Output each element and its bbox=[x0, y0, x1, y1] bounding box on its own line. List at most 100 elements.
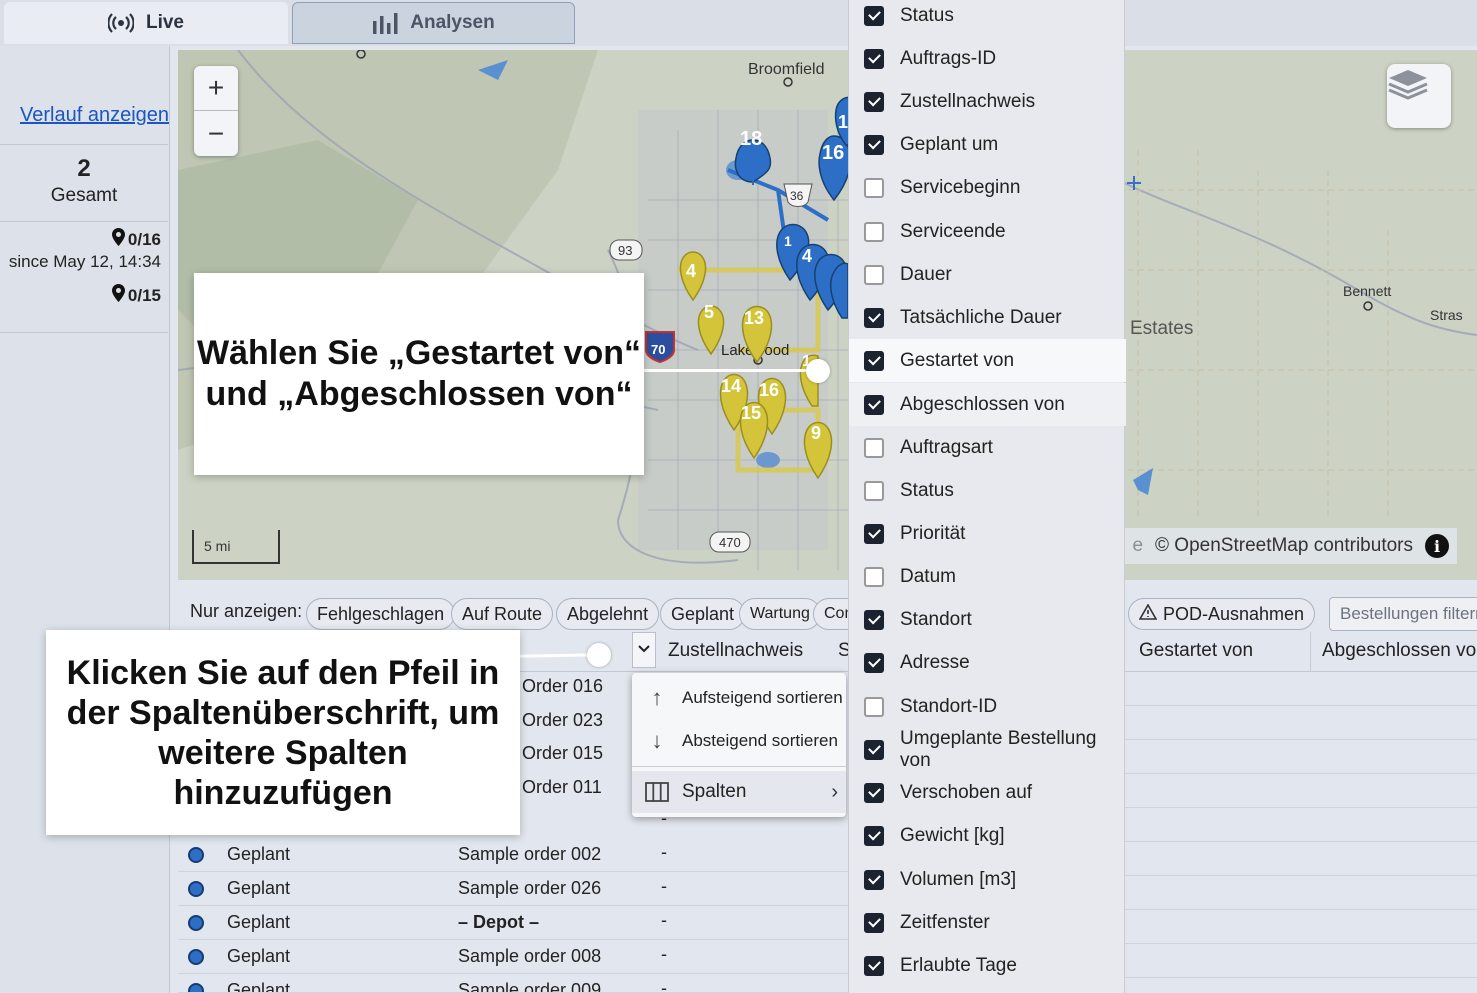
checkbox[interactable] bbox=[864, 394, 884, 415]
checkbox[interactable] bbox=[864, 221, 884, 242]
chip-failed[interactable]: Fehlgeschlagen bbox=[306, 598, 456, 630]
column-option[interactable]: Standort bbox=[849, 598, 1126, 641]
sort-ascending-item[interactable]: ↑ Aufsteigend sortieren bbox=[632, 677, 846, 719]
column-option[interactable]: Zustellnachweis bbox=[849, 80, 1126, 123]
svg-text:15: 15 bbox=[741, 403, 761, 423]
checkbox[interactable] bbox=[864, 480, 884, 501]
table-row[interactable]: Geplant Sample order 008 - bbox=[178, 940, 848, 974]
tab-live-label: Live bbox=[145, 12, 185, 33]
checkbox[interactable] bbox=[864, 91, 884, 112]
road-shield-93: 93 bbox=[609, 239, 643, 261]
table-row[interactable]: Geplant Sample order 026 - bbox=[178, 872, 848, 906]
column-option[interactable]: Datum bbox=[849, 555, 1126, 598]
callout-pointer-dot bbox=[587, 643, 611, 667]
checkbox[interactable] bbox=[864, 609, 884, 630]
column-option[interactable]: Verschoben auf bbox=[849, 771, 1126, 814]
attribution-text[interactable]: © OpenStreetMap contributors bbox=[1155, 535, 1413, 557]
chip-rejected[interactable]: Abgelehnt bbox=[556, 598, 660, 630]
svg-text:470: 470 bbox=[719, 535, 741, 550]
svg-text:18: 18 bbox=[740, 128, 762, 150]
checkbox[interactable] bbox=[864, 307, 884, 328]
map-pin-icon bbox=[111, 284, 125, 307]
divider bbox=[0, 332, 168, 333]
columns-item[interactable]: Spalten › bbox=[632, 771, 846, 813]
checkbox[interactable] bbox=[864, 739, 884, 760]
road-shield-470: 470 bbox=[709, 531, 751, 553]
column-option[interactable]: Umgeplante Bestellung von bbox=[849, 728, 1126, 771]
column-menu-arrow[interactable] bbox=[632, 632, 656, 668]
warning-icon bbox=[1138, 602, 1158, 625]
row-order: Order 015 bbox=[522, 743, 604, 763]
layers-button[interactable] bbox=[1387, 64, 1451, 128]
checkbox[interactable] bbox=[864, 566, 884, 587]
column-option[interactable]: Status bbox=[849, 469, 1126, 512]
checkbox[interactable] bbox=[864, 48, 884, 69]
tab-live[interactable]: Live bbox=[4, 2, 288, 44]
checkbox[interactable] bbox=[864, 869, 884, 890]
row-status: Geplant bbox=[227, 980, 291, 993]
order-filter-input[interactable]: Bestellungen filtern... bbox=[1329, 597, 1477, 631]
tab-analysen[interactable]: Analysen bbox=[292, 2, 575, 44]
svg-text:1: 1 bbox=[784, 233, 792, 249]
tab-analysen-label: Analysen bbox=[410, 12, 495, 33]
header-finished-by[interactable]: Abgeschlossen von bbox=[1322, 640, 1477, 662]
column-option[interactable]: Geplant um bbox=[849, 123, 1126, 166]
chip-completed[interactable]: Com bbox=[813, 598, 853, 630]
table-row[interactable]: Geplant Sample order 009 - bbox=[178, 974, 848, 993]
chevron-right-icon: › bbox=[831, 780, 838, 803]
column-option[interactable]: Gewicht [kg] bbox=[849, 814, 1126, 857]
show-history-link[interactable]: Verlauf anzeigen bbox=[20, 104, 169, 127]
zoom-in-button[interactable]: + bbox=[194, 66, 238, 111]
column-option[interactable]: Serviceende bbox=[849, 210, 1126, 253]
row-order: Order 023 bbox=[522, 710, 604, 730]
chip-maintenance[interactable]: Wartung bbox=[739, 598, 821, 630]
column-option[interactable]: Dauer bbox=[849, 253, 1126, 296]
column-option[interactable]: Erlaubte Tage bbox=[849, 944, 1126, 987]
column-option-label: Umgeplante Bestellung von bbox=[900, 727, 1097, 771]
checkbox[interactable] bbox=[864, 696, 884, 717]
checkbox[interactable] bbox=[864, 652, 884, 673]
chip-planned[interactable]: Geplant bbox=[660, 598, 746, 630]
column-option[interactable]: Tatsächliche Dauer bbox=[849, 296, 1126, 339]
checkbox[interactable] bbox=[864, 437, 884, 458]
header-proof-of-delivery[interactable]: Zustellnachweis bbox=[668, 640, 803, 662]
column-option[interactable]: Auftrags-ID bbox=[849, 37, 1126, 80]
header-started-by[interactable]: Gestartet von bbox=[1139, 640, 1253, 662]
checkbox[interactable] bbox=[864, 134, 884, 155]
total-label: Gesamt bbox=[50, 185, 118, 206]
checkbox[interactable] bbox=[864, 825, 884, 846]
column-option-started-by[interactable]: Gestartet von bbox=[849, 339, 1126, 382]
sort-descending-item[interactable]: ↓ Absteigend sortieren bbox=[632, 720, 846, 762]
checkbox[interactable] bbox=[864, 523, 884, 544]
checkbox[interactable] bbox=[864, 782, 884, 803]
table-row[interactable]: Geplant – Depot – - bbox=[178, 906, 848, 940]
column-option[interactable]: Servicebeginn bbox=[849, 166, 1126, 209]
column-option[interactable]: Priorität bbox=[849, 512, 1126, 555]
pod-exceptions-label: POD-Ausnahmen bbox=[1163, 603, 1305, 624]
table-row[interactable]: Geplant Sample order 002 - bbox=[178, 838, 848, 872]
column-option-finished-by[interactable]: Abgeschlossen von bbox=[849, 383, 1126, 426]
zoom-out-button[interactable]: − bbox=[194, 111, 238, 156]
chip-on-route[interactable]: Auf Route bbox=[451, 598, 554, 630]
checkbox[interactable] bbox=[864, 5, 884, 26]
info-icon[interactable]: i bbox=[1425, 534, 1449, 558]
svg-text:13: 13 bbox=[744, 308, 764, 328]
checkbox[interactable] bbox=[864, 350, 884, 371]
column-option[interactable]: Volumen [m3] bbox=[849, 858, 1126, 901]
column-option[interactable]: Adresse bbox=[849, 641, 1126, 684]
column-option[interactable]: Auftragsart bbox=[849, 426, 1126, 469]
checkbox[interactable] bbox=[864, 912, 884, 933]
row-order: Sample order 008 bbox=[458, 946, 602, 966]
svg-text:1: 1 bbox=[838, 112, 848, 132]
row-proof: - bbox=[661, 910, 667, 930]
checkbox[interactable] bbox=[864, 177, 884, 198]
table-row-extension bbox=[1124, 706, 1477, 740]
column-option[interactable]: Status bbox=[849, 0, 1126, 37]
column-option[interactable]: Zeitfenster bbox=[849, 901, 1126, 944]
checkbox[interactable] bbox=[864, 955, 884, 976]
checkbox[interactable] bbox=[864, 264, 884, 285]
menu-divider bbox=[632, 766, 846, 767]
chip-pod-exceptions[interactable]: POD-Ausnahmen bbox=[1128, 598, 1316, 630]
sort-ascending-label: Aufsteigend sortieren bbox=[682, 688, 843, 707]
column-option[interactable]: Standort-ID bbox=[849, 685, 1126, 728]
